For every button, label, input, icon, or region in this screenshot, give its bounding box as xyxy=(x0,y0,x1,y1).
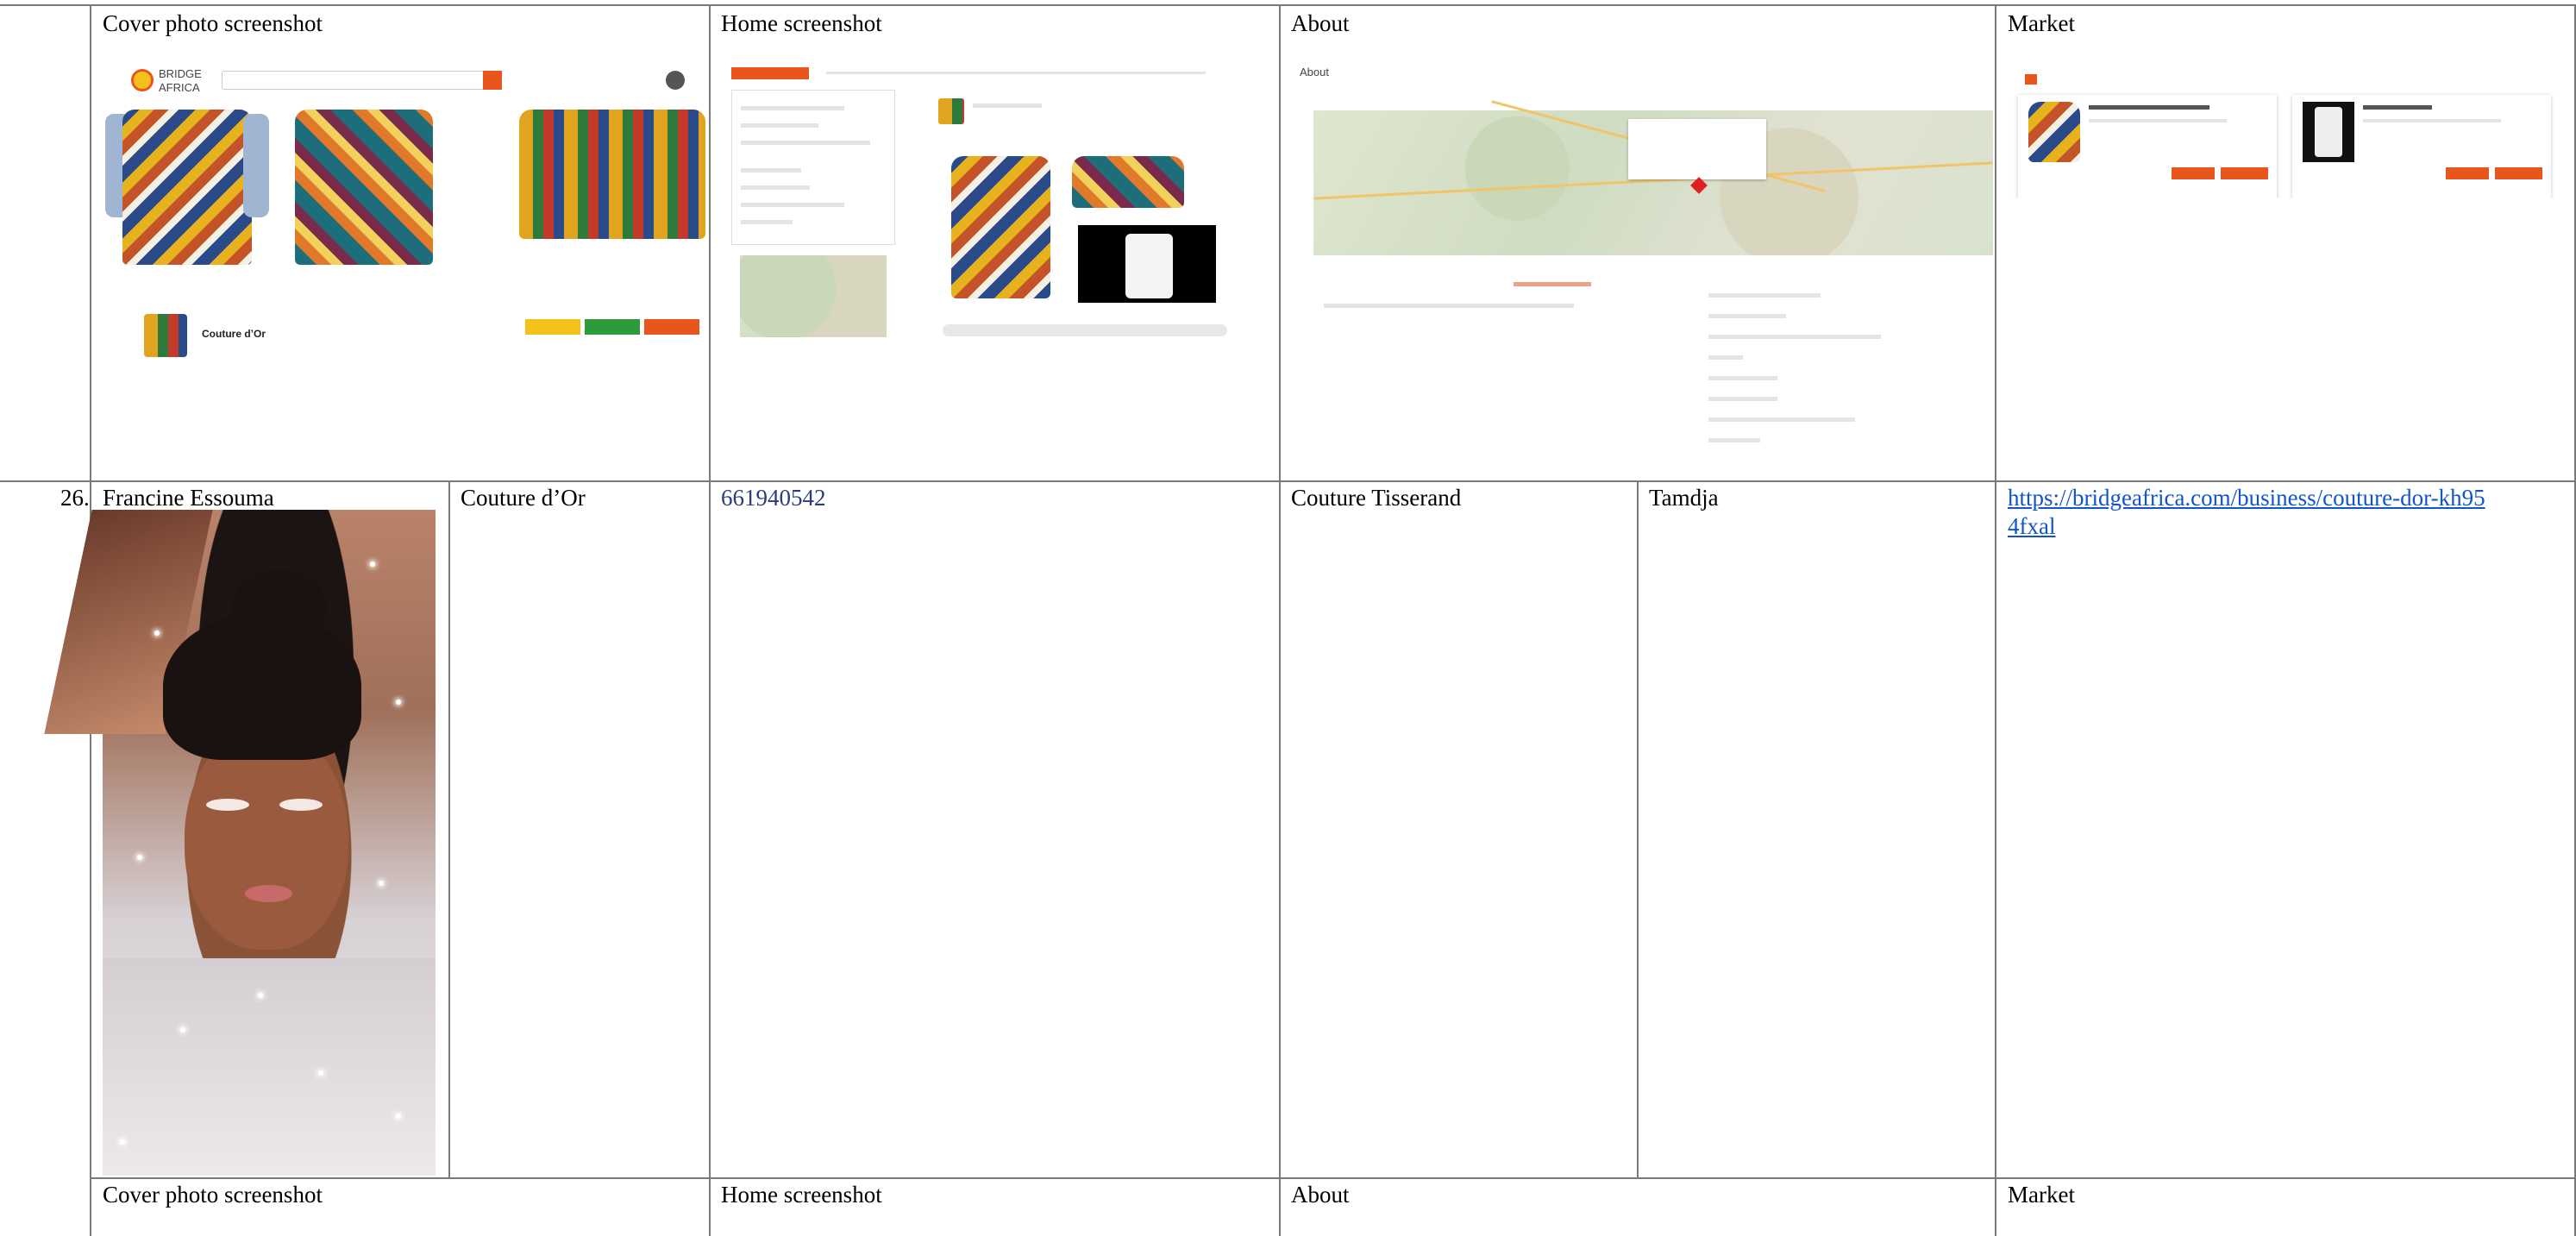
map-popup xyxy=(1628,119,1766,179)
business-name: Couture d’Or xyxy=(461,485,586,511)
market-icon xyxy=(2025,74,2037,85)
add-to-cart-button[interactable] xyxy=(2495,167,2542,179)
business-location: Tamdja xyxy=(1649,485,1719,511)
about-screenshot: About xyxy=(1298,62,1993,480)
col-divider xyxy=(1995,4,1996,1236)
tab-bar xyxy=(826,72,1206,74)
message-button[interactable] xyxy=(585,319,640,335)
search-icon[interactable] xyxy=(483,71,502,90)
business-profile-link[interactable]: https://bridgeafrica.com/business/coutur… xyxy=(2008,484,2491,541)
market-screenshot xyxy=(2008,69,2568,198)
product-image xyxy=(122,110,252,265)
location-map xyxy=(1313,100,1993,255)
row-divider xyxy=(0,480,2576,482)
product-image xyxy=(519,110,705,239)
header-home: Home screenshot xyxy=(721,1182,882,1208)
logo-text-1: BRIDGE xyxy=(159,67,202,80)
row-divider xyxy=(91,1177,2576,1179)
buy-now-button[interactable] xyxy=(2172,167,2215,179)
owner-name: Francine Essouma xyxy=(103,485,274,511)
comment-input[interactable] xyxy=(943,324,1227,336)
map-thumbnail xyxy=(740,255,887,337)
direction-button[interactable] xyxy=(644,319,699,335)
tab-home[interactable] xyxy=(731,67,809,79)
header-about: About xyxy=(1291,10,1350,36)
cover-screenshot: BRIDGE AFRICA Couture d’Or xyxy=(97,62,705,366)
owner-photo xyxy=(44,510,436,1176)
add-to-cart-button[interactable] xyxy=(2221,167,2268,179)
header-market: Market xyxy=(2008,1182,2075,1208)
community-button[interactable] xyxy=(525,319,580,335)
header-market: Market xyxy=(2008,10,2075,36)
col-divider xyxy=(1279,4,1281,1236)
header-home: Home screenshot xyxy=(721,10,882,36)
col-divider xyxy=(448,480,450,1179)
product-image xyxy=(243,114,269,217)
avatar[interactable] xyxy=(666,71,685,90)
phone-number: 661940542 xyxy=(721,485,826,511)
table-top-border xyxy=(0,4,2576,6)
bridge-africa-logo-icon xyxy=(131,69,154,91)
logo-text-2: AFRICA xyxy=(159,81,200,94)
col-divider xyxy=(709,4,711,1236)
home-screenshot xyxy=(723,66,1227,342)
header-cover-photo: Cover photo screenshot xyxy=(103,1182,323,1208)
info-panel xyxy=(731,90,895,245)
business-avatar xyxy=(938,98,964,124)
about-title: About xyxy=(1300,66,1329,78)
product-image xyxy=(295,110,433,265)
business-category: Couture Tisserand xyxy=(1291,485,1462,511)
business-name: Couture d’Or xyxy=(202,328,266,340)
business-avatar xyxy=(144,314,187,357)
header-about: About xyxy=(1291,1182,1350,1208)
product-card[interactable] xyxy=(2292,95,2551,198)
buy-now-button[interactable] xyxy=(2446,167,2489,179)
post-image xyxy=(1078,225,1216,303)
col-divider xyxy=(1637,480,1639,1179)
post-image xyxy=(1072,156,1184,208)
post-image xyxy=(951,156,1050,298)
header-cover-photo: Cover photo screenshot xyxy=(103,10,323,36)
row-number: 26. xyxy=(60,485,90,511)
search-input[interactable] xyxy=(222,71,498,90)
product-card[interactable] xyxy=(2018,95,2277,198)
